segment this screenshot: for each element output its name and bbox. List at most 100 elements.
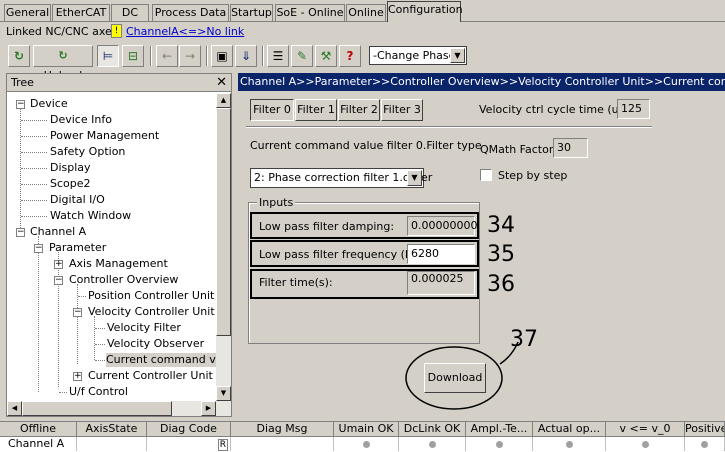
scroll-down-icon[interactable]: ▼	[216, 386, 231, 401]
tab-ethercat[interactable]: EtherCAT	[52, 4, 110, 22]
callout-34: 34	[487, 213, 515, 238]
filter-type-select[interactable]: 2: Phase correction filter 1.order ▼	[250, 168, 432, 188]
tab-soe-online[interactable]: SoE - Online	[275, 4, 345, 22]
col-header-offline[interactable]: Offline	[0, 422, 77, 437]
tree-item-device-info[interactable]: Device Info	[50, 113, 112, 127]
forward-button[interactable]: →	[179, 45, 201, 67]
col-header-positive[interactable]: Positive	[685, 422, 725, 437]
tree-item-device[interactable]: Device	[30, 97, 68, 111]
damping-field: 0.00000000	[407, 216, 477, 236]
tree-item-watch-window[interactable]: Watch Window	[50, 209, 131, 223]
col-header-actual-op[interactable]: Actual op...	[533, 422, 606, 437]
frequency-input[interactable]: 6280	[407, 244, 475, 264]
tree-item-parameter[interactable]: Parameter	[49, 241, 106, 255]
tree-item-controller-overview[interactable]: Controller Overview	[69, 273, 178, 287]
split-view-icon: ⊟	[127, 49, 139, 63]
tree-item-velocity-controller-unit[interactable]: Velocity Controller Unit	[88, 305, 215, 319]
tree-item-power-management[interactable]: Power Management	[50, 129, 159, 143]
tree-item-channel-a[interactable]: Channel A	[30, 225, 86, 239]
warning-icon: !	[111, 24, 122, 38]
settings-list-button[interactable]: ☰	[267, 45, 289, 67]
col-header-dclink-ok[interactable]: DcLink OK	[399, 422, 466, 437]
close-icon[interactable]: ✕	[216, 74, 227, 91]
tree-horizontal-scrollbar[interactable]: ◀ ▶	[7, 401, 231, 416]
tools-button[interactable]: ⚒	[315, 45, 337, 67]
col-header-ampl-temp[interactable]: Ampl.-Te...	[466, 422, 533, 437]
scroll-thumb[interactable]	[22, 401, 172, 416]
linked-axes-label: Linked NC/CNC axes:	[6, 25, 122, 38]
qmath-field: 30	[553, 138, 588, 158]
filter-0-button[interactable]: Filter 0	[250, 99, 294, 121]
tab-dc[interactable]: DC	[111, 4, 149, 22]
tab-online[interactable]: Online	[346, 4, 386, 22]
scroll-left-icon[interactable]: ◀	[7, 401, 22, 416]
collapse-icon[interactable]: −	[54, 276, 63, 285]
col-header-v-le-v0[interactable]: v <= v_0	[606, 422, 685, 437]
forward-arrow-icon: →	[184, 49, 196, 63]
chevron-down-icon[interactable]: ▼	[407, 170, 422, 186]
tab-configuration[interactable]: Configuration	[387, 1, 463, 22]
monitor-icon: ▣	[216, 49, 228, 63]
col-header-diag-msg[interactable]: Diag Msg	[231, 422, 334, 437]
filter-3-button[interactable]: Filter 3	[381, 99, 423, 121]
scroll-thumb[interactable]	[216, 108, 231, 336]
collapse-icon[interactable]: −	[16, 100, 25, 109]
tree-item-uf-control[interactable]: U/f Control	[69, 385, 128, 399]
filter-2-button[interactable]: Filter 2	[338, 99, 380, 121]
download-to-device-button[interactable]: ⇓	[235, 45, 257, 67]
tree-item-safety-option[interactable]: Safety Option	[50, 145, 125, 159]
col-header-diag-code[interactable]: Diag Code	[147, 422, 231, 437]
chevron-down-icon[interactable]: ▼	[450, 48, 465, 63]
filter-1-button[interactable]: Filter 1	[295, 99, 337, 121]
help-icon: ?	[346, 49, 354, 63]
step-by-step-checkbox[interactable]	[480, 169, 492, 181]
positive-cell	[685, 437, 725, 451]
row-name-cell[interactable]: Channel A	[0, 437, 77, 451]
tree-item-current-controller-unit[interactable]: Current Controller Unit	[88, 369, 213, 383]
wizard-button[interactable]: ✎	[291, 45, 313, 67]
tree-item-velocity-observer[interactable]: Velocity Observer	[107, 337, 204, 351]
col-header-axisstate[interactable]: AxisState	[77, 422, 147, 437]
download-button[interactable]: Download	[424, 363, 486, 393]
tree-item-position-controller-unit[interactable]: Position Controller Unit	[88, 289, 214, 303]
tree-item-current-command-value[interactable]: Current command valu	[106, 353, 216, 367]
step-by-step-label: Step by step	[498, 169, 568, 182]
upload-icon: ↻	[58, 49, 68, 62]
tab-process-data[interactable]: Process Data	[152, 4, 229, 22]
tree-item-velocity-filter[interactable]: Velocity Filter	[107, 321, 181, 335]
linked-axes-link[interactable]: ChannelA<=>No link	[126, 25, 244, 38]
tree-item-display[interactable]: Display	[50, 161, 91, 175]
diag-code-cell: R	[147, 437, 231, 451]
expand-icon[interactable]: +	[54, 260, 63, 269]
collapse-icon[interactable]: −	[34, 244, 43, 253]
split-view-button[interactable]: ⊟	[122, 45, 144, 67]
tree-vertical-scrollbar[interactable]: ▲ ▼	[216, 93, 231, 401]
scroll-up-icon[interactable]: ▲	[216, 93, 231, 108]
umain-ok-cell	[334, 437, 399, 451]
collapse-icon[interactable]: −	[73, 308, 82, 317]
tree-connector	[20, 108, 21, 232]
tab-strip: General EtherCAT DC Process Data Startup…	[0, 0, 725, 22]
cycle-time-field: 125	[617, 99, 650, 119]
tree-item-scope2[interactable]: Scope2	[50, 177, 91, 191]
tree-connector	[94, 316, 95, 360]
tab-general[interactable]: General	[4, 4, 51, 22]
tree-view-button[interactable]: ⊨	[97, 45, 119, 67]
back-button[interactable]: ←	[156, 45, 178, 67]
upload-button[interactable]: ↻ Upload	[33, 45, 93, 82]
inputs-legend: Inputs	[257, 196, 296, 209]
list-settings-icon: ☰	[272, 49, 284, 63]
scroll-right-icon[interactable]: ▶	[201, 401, 216, 416]
status-led-icon	[701, 440, 708, 448]
col-header-umain-ok[interactable]: Umain OK	[334, 422, 399, 437]
collapse-icon[interactable]: −	[16, 228, 25, 237]
help-button[interactable]: ?	[339, 45, 361, 67]
change-phase-select[interactable]: -Change Phase- ▼	[369, 46, 467, 65]
tab-startup[interactable]: Startup	[230, 4, 273, 22]
tree-item-digital-io[interactable]: Digital I/O	[50, 193, 105, 207]
refresh-button[interactable]: ↻	[8, 45, 30, 67]
monitor-button[interactable]: ▣	[211, 45, 233, 67]
expand-icon[interactable]: +	[73, 372, 82, 381]
v-le-v0-cell	[606, 437, 685, 451]
tree-item-axis-management[interactable]: Axis Management	[69, 257, 168, 271]
